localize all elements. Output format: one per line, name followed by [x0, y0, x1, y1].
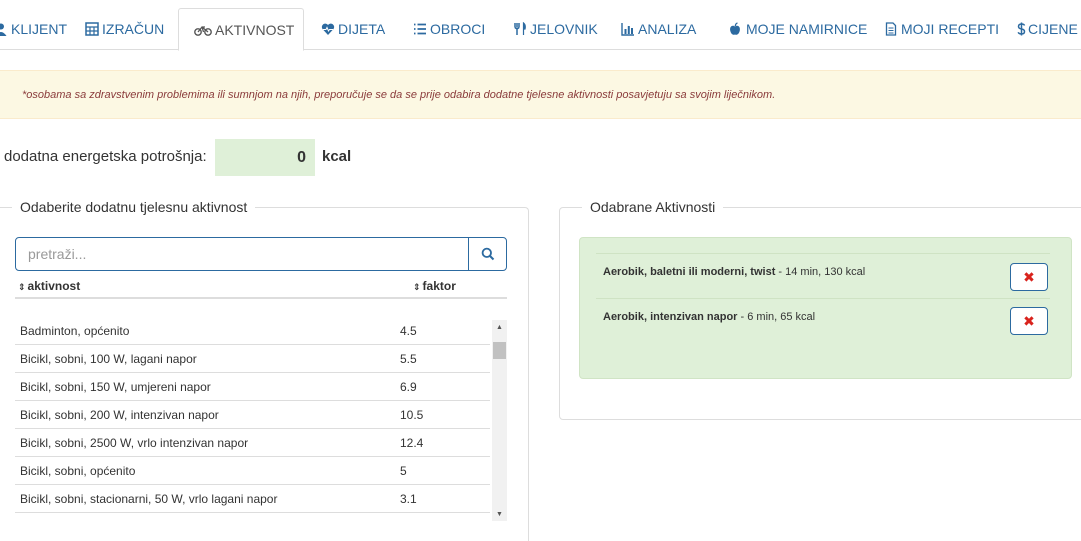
tab-label: MOJI RECEPTI [901, 21, 1000, 37]
close-icon: ✖ [1023, 268, 1035, 285]
tab-label: OBROCI [430, 21, 486, 37]
table-row[interactable]: Bicikl, sobni, 2500 W, vrlo intenzivan n… [15, 429, 490, 457]
alert-text: *osobama sa zdravstvenim problemima ili … [22, 89, 776, 101]
table-row[interactable]: Bicikl, sobni, općenito 5 [15, 457, 490, 485]
search-button[interactable] [468, 237, 507, 271]
document-icon [884, 22, 898, 36]
sort-icon: ⇕ [18, 282, 26, 292]
tab-label: CIJENE [1028, 21, 1078, 37]
activity-cell: Bicikl, sobni, 100 W, lagani napor [20, 352, 197, 366]
selected-activity-item: Aerobik, baletni ili moderni, twist - 14… [596, 253, 1050, 298]
sort-icon: ⇕ [413, 282, 421, 292]
selected-activities-legend: Odabrane Aktivnosti [582, 199, 724, 215]
table-header-divider [15, 297, 507, 299]
cutlery-icon [513, 22, 527, 36]
heartbeat-icon [321, 22, 335, 36]
tab-label: AKTIVNOST [215, 21, 295, 38]
tab-obroci[interactable]: OBROCI [413, 8, 485, 50]
scroll-down-arrow-icon[interactable]: ▼ [492, 507, 507, 521]
factor-cell: 5 [400, 464, 407, 478]
activity-cell: Badminton, općenito [20, 324, 130, 338]
factor-cell: 4.5 [400, 324, 417, 338]
table-row[interactable]: Bicikl, sobni, 200 W, intenzivan napor 1… [15, 401, 490, 429]
scrollbar-thumb[interactable] [493, 342, 506, 359]
factor-cell: 3.1 [400, 492, 417, 506]
search-input[interactable] [15, 237, 469, 271]
selected-activity-details: - 6 min, 65 kcal [737, 311, 816, 323]
bicycle-icon [194, 23, 212, 37]
tab-label: KLIJENT [11, 21, 68, 37]
activity-cell: Bicikl, sobni, 150 W, umjereni napor [20, 380, 211, 394]
calculator-icon [85, 22, 99, 36]
column-header-aktivnost[interactable]: ⇕ aktivnost [18, 279, 80, 293]
tab-aktivnost[interactable]: AKTIVNOST [178, 8, 304, 51]
user-icon [0, 22, 8, 36]
activity-picker-legend: Odaberite dodatnu tjelesnu aktivnost [12, 199, 256, 215]
energy-value: 0 [215, 139, 315, 176]
search-icon [481, 247, 495, 261]
tab-moji-recepti[interactable]: MOJI RECEPTI [884, 8, 999, 50]
selected-activity-text: Aerobik, baletni ili moderni, twist - 14… [603, 266, 865, 278]
table-row[interactable]: Bicikl, sobni, 150 W, umjereni napor 6.9 [15, 373, 490, 401]
tab-label: DIJETA [338, 21, 386, 37]
tab-label: JELOVNIK [530, 21, 598, 37]
selected-activity-item: Aerobik, intenzivan napor - 6 min, 65 kc… [596, 298, 1050, 343]
apple-icon [728, 22, 742, 36]
tab-label: MOJE NAMIRNICE [746, 21, 868, 37]
activity-table-body: Badminton, općenito 4.5 Bicikl, sobni, 1… [15, 317, 493, 513]
activity-cell: Bicikl, sobni, 2500 W, vrlo intenzivan n… [20, 436, 249, 450]
tab-klijent[interactable]: KLIJENT [0, 8, 67, 50]
factor-cell: 12.4 [400, 436, 424, 450]
selected-activity-details: - 14 min, 130 kcal [775, 266, 866, 278]
tab-cijene[interactable]: CIJENE [1017, 8, 1078, 50]
factor-cell: 6.9 [400, 380, 417, 394]
column-header-faktor[interactable]: ⇕ faktor [413, 279, 456, 293]
list-icon [413, 22, 427, 36]
main-tabs: KLIJENT IZRAČUN AKTIVNOST DIJETA OBROCI … [0, 0, 1081, 51]
table-row[interactable]: Bicikl, sobni, 100 W, lagani napor 5.5 [15, 345, 490, 373]
health-warning-alert: *osobama sa zdravstvenim problemima ili … [0, 70, 1081, 119]
tab-jelovnik[interactable]: JELOVNIK [513, 8, 598, 50]
close-icon: ✖ [1023, 312, 1035, 329]
scroll-up-arrow-icon[interactable]: ▲ [492, 320, 507, 334]
table-scrollbar[interactable]: ▲ ▼ [492, 320, 507, 521]
selected-activity-name: Aerobik, intenzivan napor [603, 311, 738, 323]
tab-dijeta[interactable]: DIJETA [321, 8, 385, 50]
activity-cell: Bicikl, sobni, 200 W, intenzivan napor [20, 408, 219, 422]
remove-activity-button[interactable]: ✖ [1010, 307, 1048, 335]
tab-label: ANALIZA [638, 21, 697, 37]
tab-moje-namirnice[interactable]: MOJE NAMIRNICE [728, 8, 867, 50]
activity-cell: Bicikl, sobni, stacionarni, 50 W, vrlo l… [20, 492, 278, 506]
energy-unit: kcal [322, 148, 352, 165]
selected-activities-list: Aerobik, baletni ili moderni, twist - 14… [579, 237, 1072, 379]
table-row[interactable]: Bicikl, sobni, stacionarni, 50 W, vrlo l… [15, 485, 490, 513]
bar-chart-icon [621, 22, 635, 36]
tab-analiza[interactable]: ANALIZA [621, 8, 696, 50]
selected-activity-name: Aerobik, baletni ili moderni, twist [603, 266, 776, 278]
selected-activity-text: Aerobik, intenzivan napor - 6 min, 65 kc… [603, 311, 815, 323]
dollar-icon [1017, 22, 1026, 36]
tab-izracun[interactable]: IZRAČUN [85, 8, 164, 50]
factor-cell: 5.5 [400, 352, 417, 366]
tab-label: IZRAČUN [102, 21, 165, 37]
activity-cell: Bicikl, sobni, općenito [20, 464, 136, 478]
factor-cell: 10.5 [400, 408, 424, 422]
energy-label: dodatna energetska potrošnja: [4, 148, 207, 165]
remove-activity-button[interactable]: ✖ [1010, 263, 1048, 291]
table-row[interactable]: Badminton, općenito 4.5 [15, 317, 490, 345]
